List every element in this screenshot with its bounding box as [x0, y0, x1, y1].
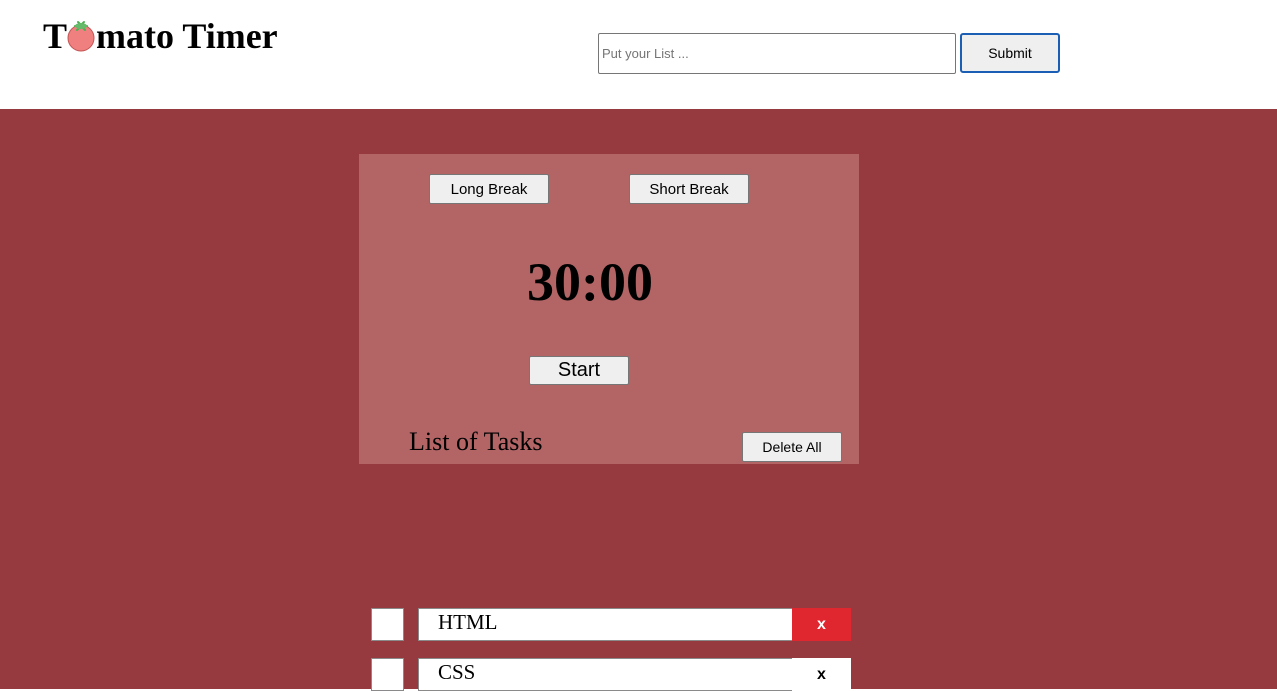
task-text: CSS — [418, 658, 793, 691]
timer-panel: Long Break Short Break 30:00 Start — [359, 154, 859, 464]
long-break-button[interactable]: Long Break — [429, 174, 549, 204]
delete-all-button[interactable]: Delete All — [742, 432, 842, 462]
task-checkbox[interactable] — [371, 608, 404, 641]
short-break-button[interactable]: Short Break — [629, 174, 749, 204]
submit-button[interactable]: Submit — [960, 33, 1060, 73]
task-row: CSS x — [371, 658, 851, 691]
task-delete-button[interactable]: x — [792, 608, 851, 641]
task-checkbox[interactable] — [371, 658, 404, 691]
task-row: HTML x — [371, 608, 851, 641]
tomato-icon — [66, 18, 96, 52]
start-button[interactable]: Start — [529, 356, 629, 385]
timer-display: 30:00 — [527, 252, 653, 312]
tasks-title: List of Tasks — [409, 427, 543, 456]
app-title-prefix: T — [43, 16, 68, 56]
app-title-suffix: mato Timer — [96, 16, 278, 56]
task-text: HTML — [418, 608, 793, 641]
header: T mato Timer Submit — [0, 0, 1277, 109]
main-area: Long Break Short Break 30:00 Start — [0, 109, 1277, 689]
task-delete-button[interactable]: x — [792, 658, 851, 691]
task-input[interactable] — [598, 33, 956, 74]
app-logo: T mato Timer — [43, 14, 278, 58]
